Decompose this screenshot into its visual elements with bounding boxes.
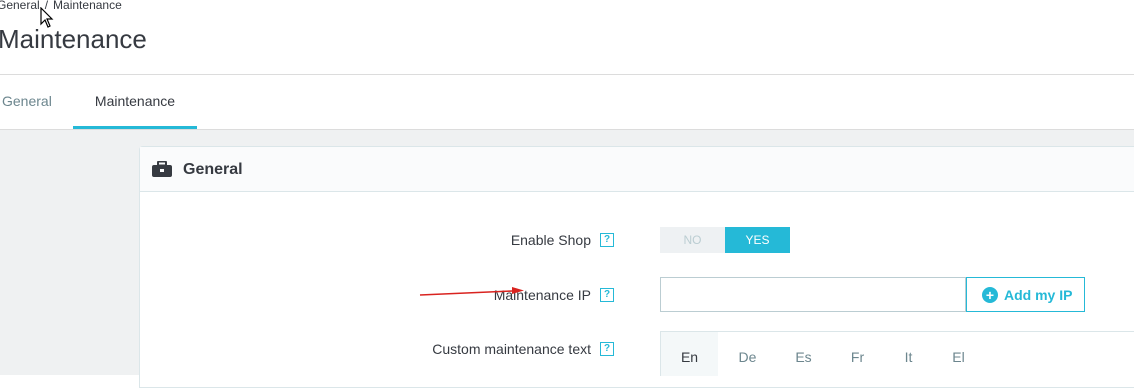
help-icon[interactable]: ? (600, 342, 614, 356)
breadcrumb-current: Maintenance (53, 0, 122, 12)
help-glyph: ? (603, 234, 611, 245)
enable-shop-label: Enable Shop (510, 232, 591, 248)
panel-title: General (183, 161, 243, 178)
tab-bar: General Maintenance (0, 75, 1134, 130)
mouse-cursor-icon (40, 7, 54, 28)
toggle-yes-option[interactable]: YES (725, 227, 790, 253)
language-tabs: En De Es Fr It El (660, 331, 1134, 376)
tab-general[interactable]: General (0, 75, 58, 129)
annotation-arrow-icon (419, 287, 524, 296)
help-icon[interactable]: ? (600, 233, 614, 247)
toolbox-icon (152, 161, 172, 177)
language-tab-en[interactable]: En (661, 332, 718, 376)
breadcrumb: General / Maintenance (0, 0, 122, 12)
help-glyph: ? (603, 343, 611, 354)
page-title: Maintenance (0, 24, 147, 54)
help-glyph: ? (603, 289, 611, 300)
breadcrumb-parent[interactable]: General (0, 0, 40, 12)
panel-heading: General (140, 147, 1134, 192)
custom-maintenance-text-label: Custom maintenance text (432, 341, 591, 357)
tab-maintenance[interactable]: Maintenance (73, 75, 197, 129)
plus-circle-icon: + (982, 287, 998, 303)
language-tab-it[interactable]: It (880, 332, 937, 376)
page-header: General / Maintenance Maintenance (0, 0, 1134, 75)
add-my-ip-label: Add my IP (1004, 287, 1073, 303)
language-tab-el[interactable]: El (930, 332, 987, 376)
enable-shop-toggle[interactable]: NO YES (660, 227, 790, 253)
language-tab-fr[interactable]: Fr (829, 332, 886, 376)
toggle-no-option[interactable]: NO (660, 227, 725, 253)
language-tab-es[interactable]: Es (775, 332, 832, 376)
help-icon[interactable]: ? (600, 288, 614, 302)
language-tab-de[interactable]: De (719, 332, 776, 376)
add-my-ip-button[interactable]: + Add my IP (966, 277, 1085, 312)
maintenance-ip-input[interactable] (660, 277, 966, 312)
